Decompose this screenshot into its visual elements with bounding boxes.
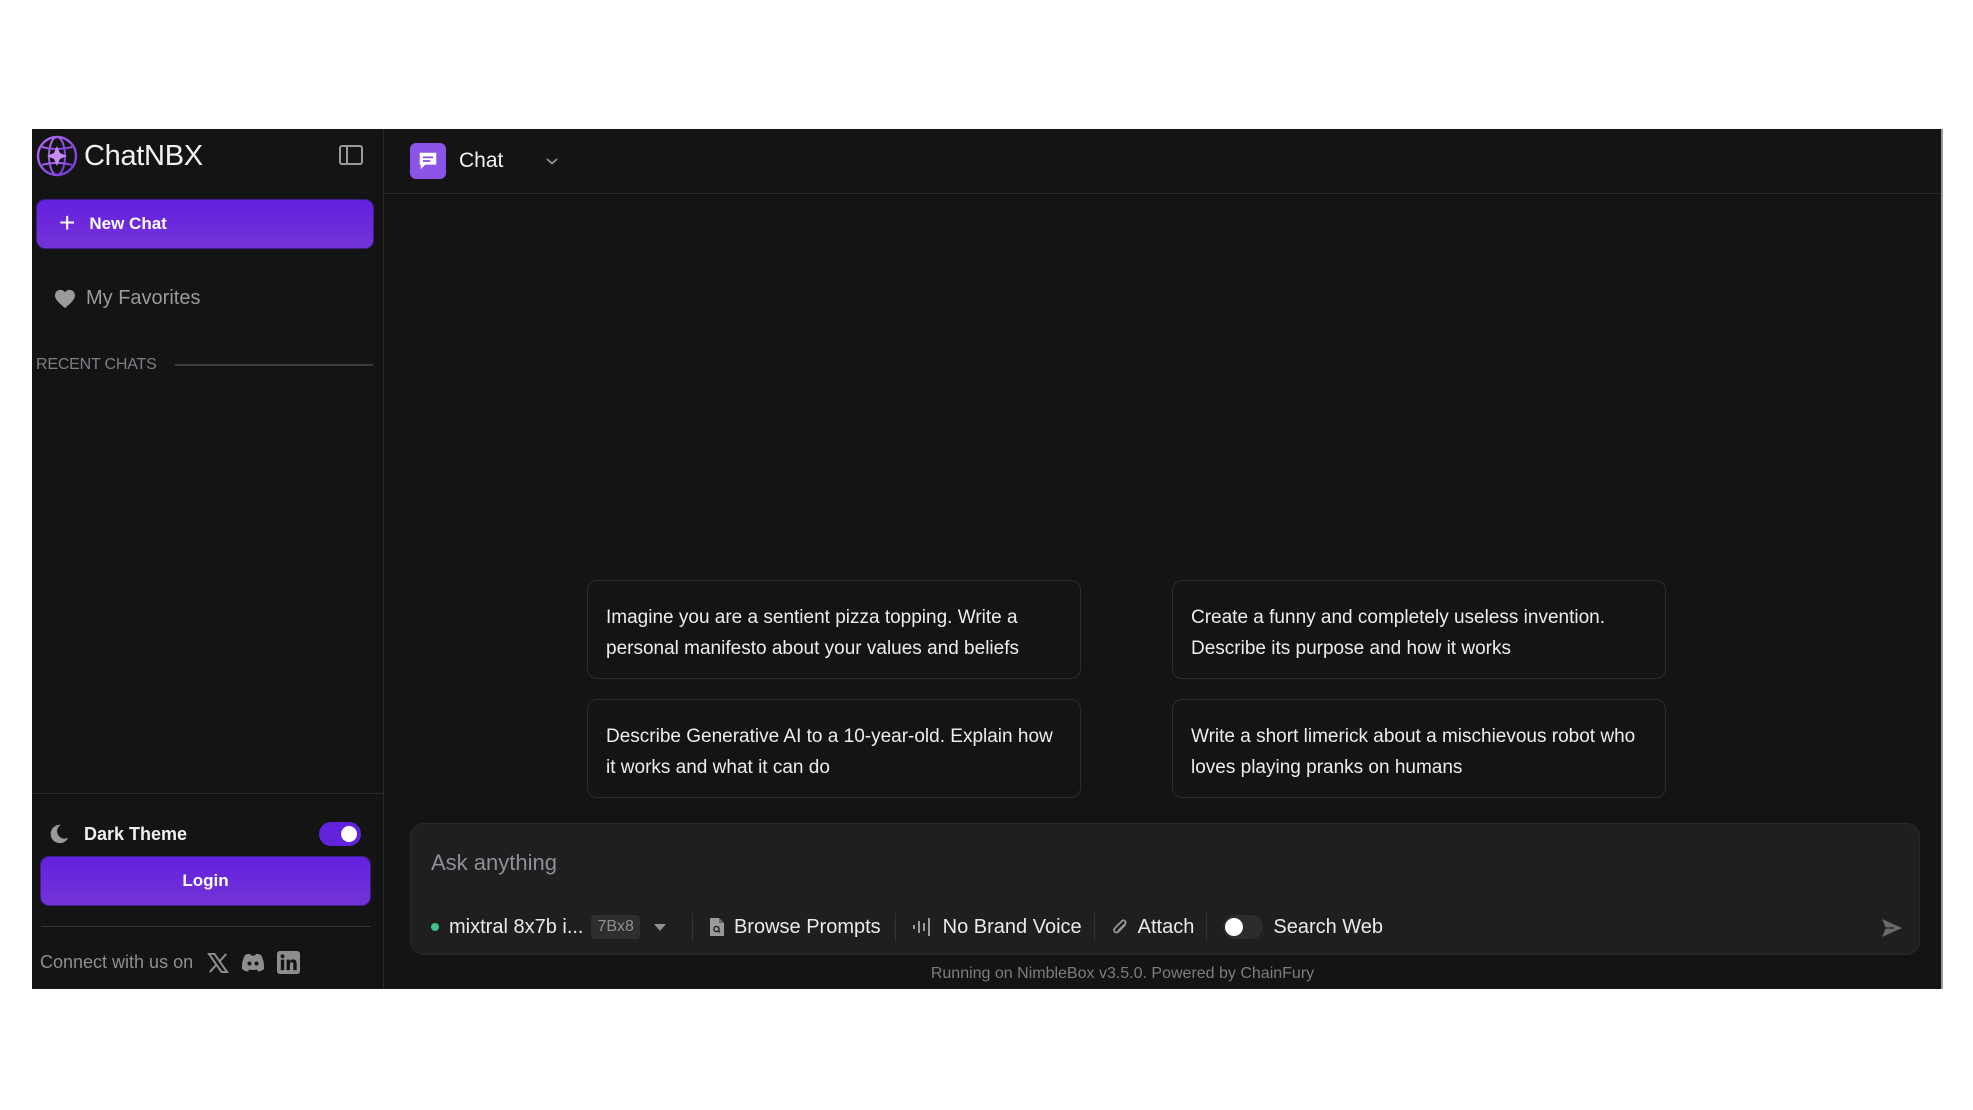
voice-wave-icon <box>912 918 930 936</box>
chatnbx-logo-icon <box>36 135 78 177</box>
my-favorites-link[interactable]: My Favorites <box>54 287 383 310</box>
chevron-down-icon[interactable] <box>545 156 559 166</box>
brand-voice-label: No Brand Voice <box>942 915 1082 938</box>
plus-icon: + <box>59 206 76 238</box>
recent-chats-header: RECENT CHATS <box>36 356 383 374</box>
x-icon[interactable] <box>207 952 230 973</box>
composer-toolbar: mixtral 8x7b i... 7Bx8 Browse Prompts No… <box>431 910 1383 944</box>
connect-label: Connect with us on <box>40 952 194 972</box>
mode-title[interactable]: Chat <box>459 149 503 173</box>
divider <box>691 913 693 941</box>
composer: mixtral 8x7b i... 7Bx8 Browse Prompts No… <box>410 823 1920 955</box>
divider <box>174 364 373 366</box>
dark-theme-label: Dark Theme <box>84 823 188 844</box>
paperclip-icon <box>1112 919 1127 934</box>
divider <box>894 913 896 941</box>
discord-icon[interactable] <box>241 953 265 972</box>
theme-row: Dark Theme <box>48 822 383 846</box>
suggestion-card[interactable]: Describe Generative AI to a 10-year-old.… <box>587 699 1081 798</box>
message-input[interactable] <box>431 846 1831 880</box>
sidebar-toggle-icon[interactable] <box>339 145 363 165</box>
chat-bubble-icon <box>410 143 446 179</box>
caret-down-icon[interactable] <box>653 923 666 931</box>
sidebar-footer: Dark Theme Login Connect with us on <box>32 793 383 974</box>
login-button[interactable]: Login <box>40 856 371 906</box>
attach-label: Attach <box>1137 915 1195 938</box>
send-icon[interactable] <box>1881 917 1903 939</box>
browse-prompts-button[interactable]: Browse Prompts <box>709 916 881 939</box>
search-web-label: Search Web <box>1273 915 1384 938</box>
model-badge: 7Bx8 <box>591 915 640 939</box>
moon-icon <box>50 824 69 844</box>
divider <box>1206 913 1208 941</box>
suggestion-card[interactable]: Create a funny and completely useless in… <box>1172 580 1666 679</box>
suggestion-card[interactable]: Imagine you are a sentient pizza topping… <box>587 580 1081 679</box>
brand-voice-button[interactable]: No Brand Voice <box>912 916 1082 939</box>
connect-row: Connect with us on <box>40 951 383 974</box>
brand[interactable]: ChatNBX <box>32 129 383 183</box>
suggestion-card[interactable]: Write a short limerick about a mischievo… <box>1172 699 1666 798</box>
browse-prompts-label: Browse Prompts <box>733 915 881 938</box>
dark-theme-toggle[interactable] <box>319 822 361 846</box>
heart-icon <box>55 289 75 308</box>
model-name: mixtral 8x7b i... <box>449 915 584 938</box>
linkedin-icon[interactable] <box>277 951 301 974</box>
search-web-toggle[interactable] <box>1223 915 1264 939</box>
model-status-dot <box>431 923 439 931</box>
main-panel: Chat Imagine you are a sentient pizza to… <box>384 129 1941 989</box>
powered-by-text: Running on NimbleBox v3.5.0. Powered by … <box>930 965 1315 982</box>
attach-button[interactable]: Attach <box>1111 915 1195 939</box>
new-chat-button[interactable]: + New Chat <box>36 199 374 249</box>
app-window: ChatNBX + New Chat My Favorites RECENT C… <box>32 129 1943 989</box>
divider <box>41 926 371 927</box>
brand-name: ChatNBX <box>84 139 203 172</box>
search-web-control[interactable]: Search Web <box>1223 915 1383 939</box>
chat-header: Chat <box>384 129 1941 194</box>
document-search-icon <box>709 918 724 936</box>
recent-chats-label: RECENT CHATS <box>36 356 157 373</box>
new-chat-label: New Chat <box>89 214 167 233</box>
model-selector[interactable]: mixtral 8x7b i... 7Bx8 <box>431 915 666 939</box>
my-favorites-label: My Favorites <box>86 287 201 309</box>
sidebar: ChatNBX + New Chat My Favorites RECENT C… <box>32 129 384 989</box>
divider <box>1093 913 1095 941</box>
